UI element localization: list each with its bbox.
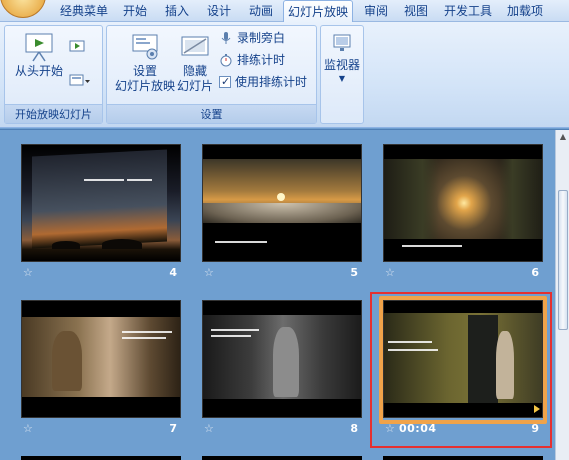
slide-info: ☆ 7 bbox=[21, 422, 181, 436]
setup-slideshow-label-2: 幻灯片放映 bbox=[114, 79, 175, 93]
stopwatch-icon bbox=[219, 53, 233, 67]
slide-image bbox=[21, 144, 181, 262]
slide-image bbox=[383, 300, 543, 418]
custom-show-icon[interactable] bbox=[69, 74, 91, 88]
group-start-slideshow: 从头开始 开始放映幻灯片 bbox=[4, 25, 103, 124]
transition-star-icon[interactable]: ☆ bbox=[23, 266, 33, 279]
group-setup-label: 设置 bbox=[107, 104, 316, 123]
slide-info: ☆ 4 bbox=[21, 266, 181, 280]
group-start-slideshow-label: 开始放映幻灯片 bbox=[5, 104, 102, 123]
group-setup: 设置 幻灯片放映 隐藏 幻灯片 录制旁白 排练计时 使用排练计时 设置 bbox=[106, 25, 317, 124]
tab-classic-menu[interactable]: 经典菜单 bbox=[56, 0, 112, 22]
tab-home[interactable]: 开始 bbox=[118, 0, 152, 22]
office-button[interactable] bbox=[0, 0, 46, 18]
dropdown-arrow-icon: ▼ bbox=[338, 74, 346, 83]
transition-star-icon[interactable]: ☆ bbox=[23, 422, 33, 435]
tab-developer[interactable]: 开发工具 bbox=[440, 0, 496, 22]
slide-info: ☆ 8 bbox=[202, 422, 362, 436]
tab-view[interactable]: 视图 bbox=[399, 0, 433, 22]
scrollbar-thumb[interactable] bbox=[558, 190, 568, 330]
slide-image bbox=[21, 300, 181, 418]
monitor-label: 监视器 bbox=[323, 58, 360, 72]
tab-insert[interactable]: 插入 bbox=[160, 0, 194, 22]
transition-star-icon[interactable]: ☆ bbox=[385, 266, 395, 279]
tab-animations[interactable]: 动画 bbox=[244, 0, 278, 22]
slide-info: ☆ 6 bbox=[383, 266, 543, 280]
slide-sorter: ☆ 4 ☆ 5 ☆ 6 ☆ 7 ☆ 8 ☆ 00:04 9 ▲ bbox=[0, 129, 569, 460]
setup-slideshow-button[interactable]: 设置 幻灯片放映 bbox=[113, 32, 177, 94]
slide-thumbnail-partial[interactable] bbox=[21, 456, 181, 460]
transition-star-icon[interactable]: ☆ bbox=[385, 422, 395, 435]
transition-star-icon[interactable]: ☆ bbox=[204, 266, 214, 279]
transition-star-icon[interactable]: ☆ bbox=[204, 422, 214, 435]
tab-review[interactable]: 审阅 bbox=[359, 0, 393, 22]
hide-slide-icon bbox=[179, 32, 211, 62]
monitor-button[interactable]: 监视器 ▼ bbox=[321, 32, 363, 85]
slide-info: ☆ 00:04 9 bbox=[383, 422, 543, 436]
slide-image bbox=[383, 144, 543, 262]
hide-slide-button[interactable]: 隐藏 幻灯片 bbox=[175, 32, 215, 94]
slide-number: 6 bbox=[531, 266, 539, 279]
ribbon: 从头开始 开始放映幻灯片 设置 幻灯片放映 隐藏 幻灯片 录制旁白 排练计时 ✓… bbox=[0, 22, 569, 128]
rehearse-timings-label: 排练计时 bbox=[237, 53, 286, 67]
group-monitor: 监视器 ▼ bbox=[320, 25, 364, 124]
vertical-scrollbar[interactable]: ▲ bbox=[555, 130, 569, 460]
slide-thumbnail-partial[interactable] bbox=[202, 456, 362, 460]
scroll-up-arrow-icon[interactable]: ▲ bbox=[558, 132, 568, 142]
monitor-icon bbox=[332, 32, 352, 56]
hide-slide-label-2: 幻灯片 bbox=[176, 79, 213, 93]
record-narration-label: 录制旁白 bbox=[237, 31, 286, 45]
slide-number: 8 bbox=[350, 422, 358, 435]
setup-slideshow-icon bbox=[129, 32, 161, 62]
record-narration-button[interactable]: 录制旁白 bbox=[219, 30, 285, 47]
slide-number: 9 bbox=[531, 422, 539, 435]
from-beginning-button[interactable]: 从头开始 bbox=[11, 32, 67, 79]
slide-number: 4 bbox=[169, 266, 177, 279]
microphone-icon bbox=[219, 31, 233, 45]
slide-info: ☆ 5 bbox=[202, 266, 362, 280]
hide-slide-label-1: 隐藏 bbox=[182, 64, 207, 78]
tab-slide-show[interactable]: 幻灯片放映 bbox=[283, 0, 353, 23]
slide-number: 7 bbox=[169, 422, 177, 435]
setup-slideshow-label-1: 设置 bbox=[132, 64, 157, 78]
tab-addins[interactable]: 加载项 bbox=[502, 0, 548, 22]
slide-image bbox=[202, 300, 362, 418]
projector-screen-icon bbox=[23, 32, 55, 62]
ribbon-tab-bar: 经典菜单 开始 插入 设计 动画 幻灯片放映 审阅 视图 开发工具 加载项 bbox=[0, 0, 569, 23]
rehearse-timings-button[interactable]: 排练计时 bbox=[219, 52, 285, 69]
from-beginning-label: 从头开始 bbox=[14, 64, 63, 78]
checkbox-checked[interactable] bbox=[219, 73, 231, 90]
use-rehearsed-timings-label: 使用排练计时 bbox=[235, 75, 308, 89]
tab-design[interactable]: 设计 bbox=[202, 0, 236, 22]
slide-number: 5 bbox=[350, 266, 358, 279]
slide-timing: 00:04 bbox=[399, 422, 437, 435]
use-rehearsed-timings-checkbox[interactable]: 使用排练计时 bbox=[219, 73, 308, 91]
current-slide-icon[interactable] bbox=[69, 40, 85, 54]
slide-image bbox=[202, 144, 362, 262]
slide-thumbnail-partial[interactable] bbox=[383, 456, 543, 460]
